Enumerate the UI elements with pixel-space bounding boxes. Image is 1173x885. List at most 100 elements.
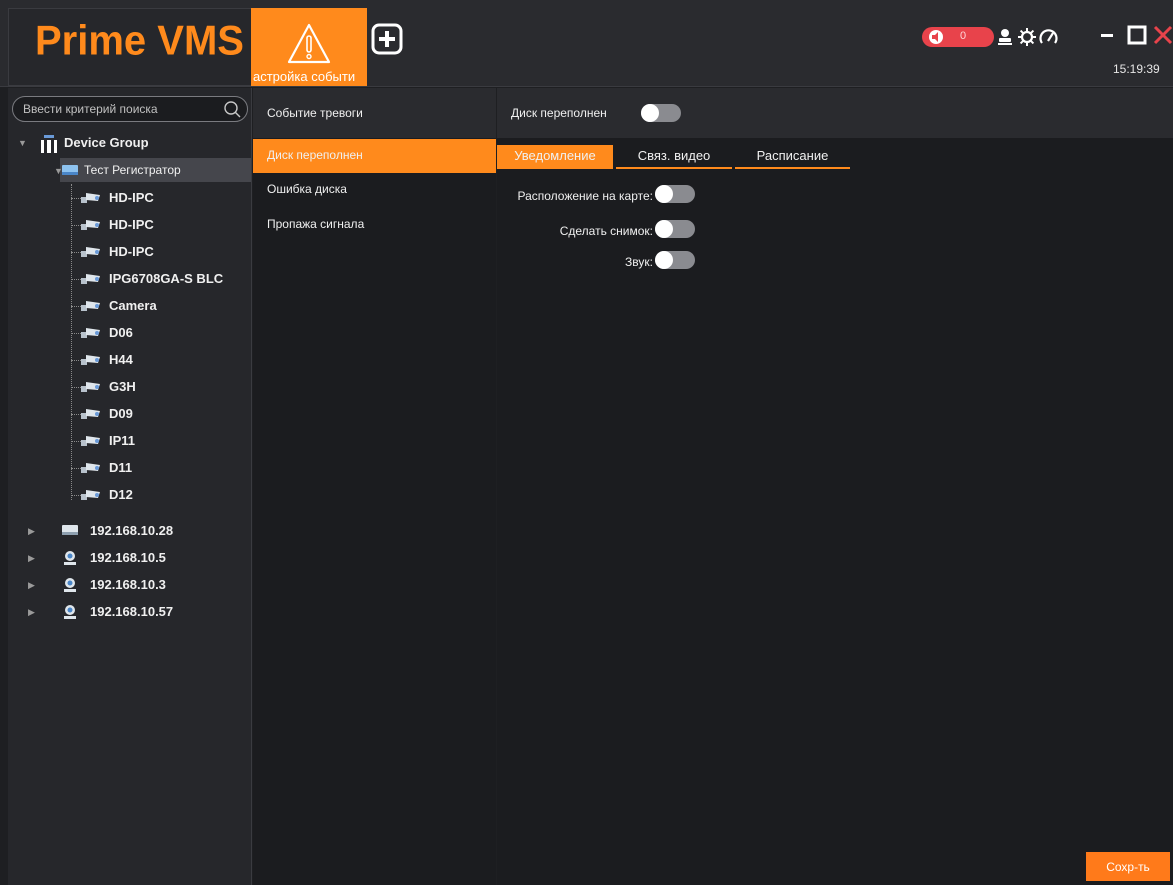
tree-camera-label: HD-IPC (109, 190, 154, 205)
camera-icon (81, 434, 101, 451)
collapse-arrow-icon[interactable]: ▶ (28, 580, 35, 591)
event-item-disk-full[interactable]: Диск переполнен (253, 139, 496, 173)
option-snapshot-label: Сделать снимок: (559, 224, 653, 238)
tree-camera[interactable]: G3H (81, 375, 249, 399)
app-logo: Prime VMS (35, 17, 244, 65)
camera-icon (81, 380, 101, 397)
tree-camera-label: G3H (109, 379, 136, 394)
logo-area: Prime VMS (8, 8, 252, 86)
tree-camera-label: HD-IPC (109, 217, 154, 232)
tree-device-label: 192.168.10.3 (90, 577, 166, 592)
top-bar: Prime VMS астройка событи 0 15:19:39 (0, 0, 1173, 87)
camera-icon (81, 407, 101, 424)
ip-camera-icon (62, 550, 78, 569)
tree-camera-label: D11 (109, 460, 133, 475)
event-list-header: Событие тревоги (253, 88, 496, 138)
maximize-icon[interactable] (1127, 25, 1147, 45)
collapse-arrow-icon[interactable]: ▶ (28, 526, 35, 537)
option-map-location-label: Расположение на карте: (517, 189, 653, 203)
event-list-title: Событие тревоги (267, 106, 363, 120)
toggle-knob (641, 104, 659, 122)
camera-icon (81, 461, 101, 478)
event-list-panel: Событие тревоги Диск переполнен Ошибка д… (253, 88, 496, 885)
toggle-knob (655, 185, 673, 203)
tree-camera[interactable]: HD-IPC (81, 240, 249, 264)
device-group-icon (41, 135, 57, 153)
settings-header: Диск переполнен (497, 88, 1173, 138)
tree-device[interactable]: 192.168.10.3 (60, 573, 248, 597)
dashboard-gauge-icon[interactable] (1039, 29, 1058, 44)
tab-schedule[interactable]: Расписание (735, 145, 850, 169)
tree-camera-label: D09 (109, 406, 133, 421)
tree-camera-label: Camera (109, 298, 157, 313)
event-item-label: Ошибка диска (267, 182, 347, 196)
tree-camera[interactable]: IP11 (81, 429, 249, 453)
device-tree-panel: ▼ Device Group Тест Регистратор ▼ HD-IPC… (8, 88, 252, 885)
tree-device-label: 192.168.10.5 (90, 550, 166, 565)
tree-camera-label: D06 (109, 325, 133, 340)
option-sound-toggle[interactable] (655, 251, 695, 269)
camera-icon (81, 245, 101, 262)
tree-recorder[interactable]: Тест Регистратор (60, 158, 251, 182)
search-input[interactable] (23, 100, 213, 118)
tree-camera[interactable]: D11 (81, 456, 249, 480)
camera-icon (81, 326, 101, 343)
tree-camera[interactable]: H44 (81, 348, 249, 372)
gear-icon[interactable] (1018, 28, 1036, 46)
search-box (12, 96, 248, 122)
tree-device[interactable]: 192.168.10.57 (60, 600, 248, 624)
camera-icon (81, 299, 101, 316)
tree-camera[interactable]: HD-IPC (81, 213, 249, 237)
camera-icon (81, 353, 101, 370)
add-tab-icon[interactable] (370, 22, 404, 56)
tree-device[interactable]: 192.168.10.28 (60, 519, 248, 543)
tree-root[interactable]: ▼ Device Group (18, 131, 248, 155)
tab-event-label: астройка событи (253, 69, 356, 84)
minimize-icon[interactable] (1101, 34, 1113, 37)
event-item-label: Пропажа сигнала (267, 217, 365, 231)
alarm-counter-button[interactable]: 0 (922, 27, 994, 47)
recorder-icon (62, 165, 78, 175)
search-icon[interactable] (223, 100, 241, 118)
event-enable-toggle[interactable] (641, 104, 681, 122)
save-button[interactable]: Сохр-ть (1086, 852, 1170, 881)
tree-camera-label: IP11 (109, 433, 136, 448)
expand-arrow-icon[interactable]: ▼ (54, 166, 63, 176)
event-item-label: Диск переполнен (267, 148, 363, 162)
tree-camera[interactable]: Camera (81, 294, 249, 318)
tree-recorder-label: Тест Регистратор (84, 163, 181, 177)
event-item-disk-error[interactable]: Ошибка диска (253, 173, 496, 207)
settings-title: Диск переполнен (511, 106, 607, 120)
camera-icon (81, 218, 101, 235)
collapse-arrow-icon[interactable]: ▶ (28, 553, 35, 564)
tree-camera-label: HD-IPC (109, 244, 154, 259)
close-icon[interactable] (1153, 25, 1173, 45)
expand-arrow-icon[interactable]: ▼ (18, 138, 27, 148)
option-map-location-toggle[interactable] (655, 185, 695, 203)
option-snapshot-toggle[interactable] (655, 220, 695, 238)
tree-camera-label: H44 (109, 352, 133, 367)
tree-camera[interactable]: D09 (81, 402, 249, 426)
tree-device-label: 192.168.10.57 (90, 604, 174, 619)
ip-camera-icon (62, 604, 78, 623)
event-settings-panel: Диск переполнен Уведомление Связ. видео … (497, 88, 1173, 885)
speaker-icon (929, 30, 943, 44)
tab-event-settings[interactable]: астройка событи (251, 8, 367, 86)
toggle-knob (655, 220, 673, 238)
tree-device[interactable]: 192.168.10.5 (60, 546, 248, 570)
tab-linked-video[interactable]: Связ. видео (616, 145, 732, 169)
user-icon[interactable] (998, 29, 1012, 45)
tree-connector (71, 184, 72, 500)
tree-device-label: 192.168.10.28 (90, 523, 174, 538)
collapse-arrow-icon[interactable]: ▶ (28, 607, 35, 618)
event-item-signal-loss[interactable]: Пропажа сигнала (253, 208, 496, 242)
tab-notification[interactable]: Уведомление (497, 145, 613, 169)
option-sound-label: Звук: (625, 255, 653, 269)
clock: 15:19:39 (1113, 62, 1160, 76)
tree-camera[interactable]: D12 (81, 483, 249, 507)
camera-icon (81, 191, 101, 208)
tree-camera[interactable]: HD-IPC (81, 186, 249, 210)
tree-camera[interactable]: IPG6708GA-S BLC (81, 267, 249, 291)
recorder-icon (62, 523, 78, 540)
tree-camera[interactable]: D06 (81, 321, 249, 345)
